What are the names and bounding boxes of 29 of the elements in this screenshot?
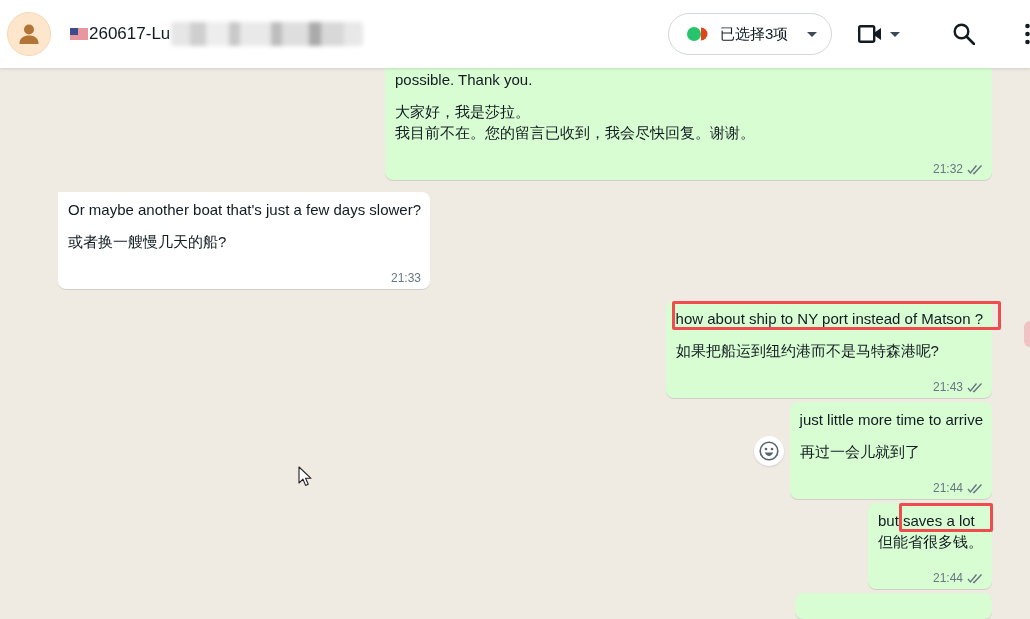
message-text: 但能省很多钱。 <box>878 532 983 552</box>
flag-icon <box>70 27 88 41</box>
message-text: Or maybe another boat that's just a few days slower? <box>68 200 422 220</box>
emoji-button[interactable] <box>753 435 784 466</box>
more-options-button[interactable] <box>1022 23 1030 45</box>
contact-name: 260617-Lu <box>89 23 171 46</box>
avatar-icon <box>7 12 51 56</box>
selection-dropdown[interactable]: 已选择3项 <box>668 13 832 55</box>
message-time: 21:43 <box>932 379 963 396</box>
video-camera-icon <box>858 24 882 44</box>
message-time: 21:32 <box>932 161 963 178</box>
message-text: but saves a lot <box>878 511 976 531</box>
smiley-icon <box>758 440 779 461</box>
message-text: 再过一会儿就到了 <box>799 442 921 462</box>
message-text: 大家好，我是莎拉。 <box>395 102 531 122</box>
message-text: 我目前不在。您的留言已收到，我会尽快回复。谢谢。 <box>395 123 756 143</box>
caret-icon <box>807 31 817 37</box>
message-time: 21:44 <box>932 570 963 587</box>
kebab-menu-icon <box>1025 23 1030 45</box>
message-text: 如果把船运到纽约港而不是马特森港呢? <box>675 341 940 361</box>
message-text: 或者换一艘慢几天的船? <box>68 232 228 252</box>
message-time: 21:33 <box>391 270 422 287</box>
message-text: just little more time to arrive <box>799 410 983 430</box>
caret-icon <box>890 31 900 37</box>
mouse-pointer-icon <box>298 466 312 487</box>
message-time: 21:44 <box>932 480 963 497</box>
search-icon <box>953 23 975 45</box>
message-text: possible. Thank you. <box>395 70 534 90</box>
message-text: how about ship to NY port instead of Matson ? <box>675 309 983 329</box>
